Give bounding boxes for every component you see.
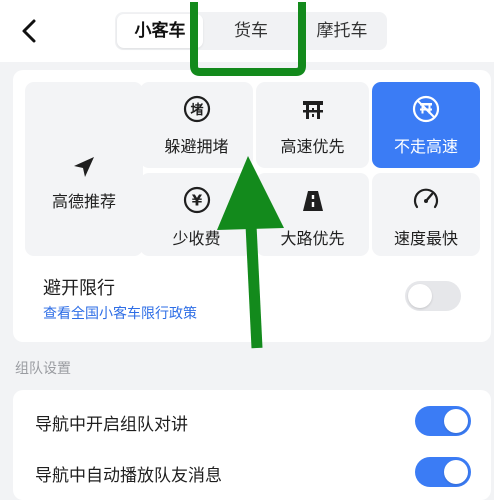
tile-label: 少收费 [172,229,221,248]
tile-label: 速度最快 [393,229,458,248]
svg-text:¥: ¥ [191,192,202,210]
tile-label: 不走高速 [393,137,458,156]
avoid-restriction-toggle[interactable] [405,281,461,311]
tile-fastest[interactable]: 速度最快 [372,173,480,256]
tab-car[interactable]: 小客车 [117,14,203,48]
highway-icon [302,101,323,119]
svg-text:堵: 堵 [190,102,203,118]
restriction-policy-link[interactable]: 查看全国小客车限行政策 [43,303,197,323]
vehicle-type-tabs: 小客车 货车 摩托车 [115,12,387,50]
team-auto-play-label: 导航中自动播放队友消息 [35,466,222,486]
toggle-knob [408,284,432,308]
tile-avoid-congestion[interactable]: 堵 躲避拥堵 [140,82,253,168]
toggle-knob [444,460,468,484]
tile-label: 大路优先 [280,229,345,248]
tile-less-toll[interactable]: ¥ 少收费 [140,173,253,256]
tile-label: 高速优先 [280,137,345,156]
speedometer-icon [413,188,439,209]
avoid-restriction-label: 避开限行 [43,278,115,299]
congestion-avoid-icon: 堵 [183,95,210,123]
toggle-knob [444,409,468,433]
chevron-left-icon [22,19,36,43]
navigation-arrow-icon [74,157,94,177]
tile-label: 高德推荐 [51,192,116,211]
team-auto-play-toggle[interactable] [415,457,471,487]
tile-label: 躲避拥堵 [164,137,229,156]
tab-truck[interactable]: 货车 [207,14,295,48]
yuan-icon: ¥ [183,186,210,214]
tile-main-road-first[interactable]: 大路优先 [256,173,369,256]
section-label-team: 组队设置 [15,361,71,377]
no-highway-icon [412,95,440,123]
team-intercom-toggle[interactable] [415,406,471,436]
main-road-icon [302,191,323,211]
team-intercom-label: 导航中开启组队对讲 [35,415,188,435]
top-bar: 小客车 货车 摩托车 [0,0,494,62]
tile-highway-first[interactable]: 高速优先 [256,82,369,168]
tab-motorcycle[interactable]: 摩托车 [299,14,385,48]
tile-amap-recommend[interactable]: 高德推荐 [25,82,143,256]
tile-avoid-highway[interactable]: 不走高速 [372,82,480,168]
back-button[interactable] [14,14,46,48]
